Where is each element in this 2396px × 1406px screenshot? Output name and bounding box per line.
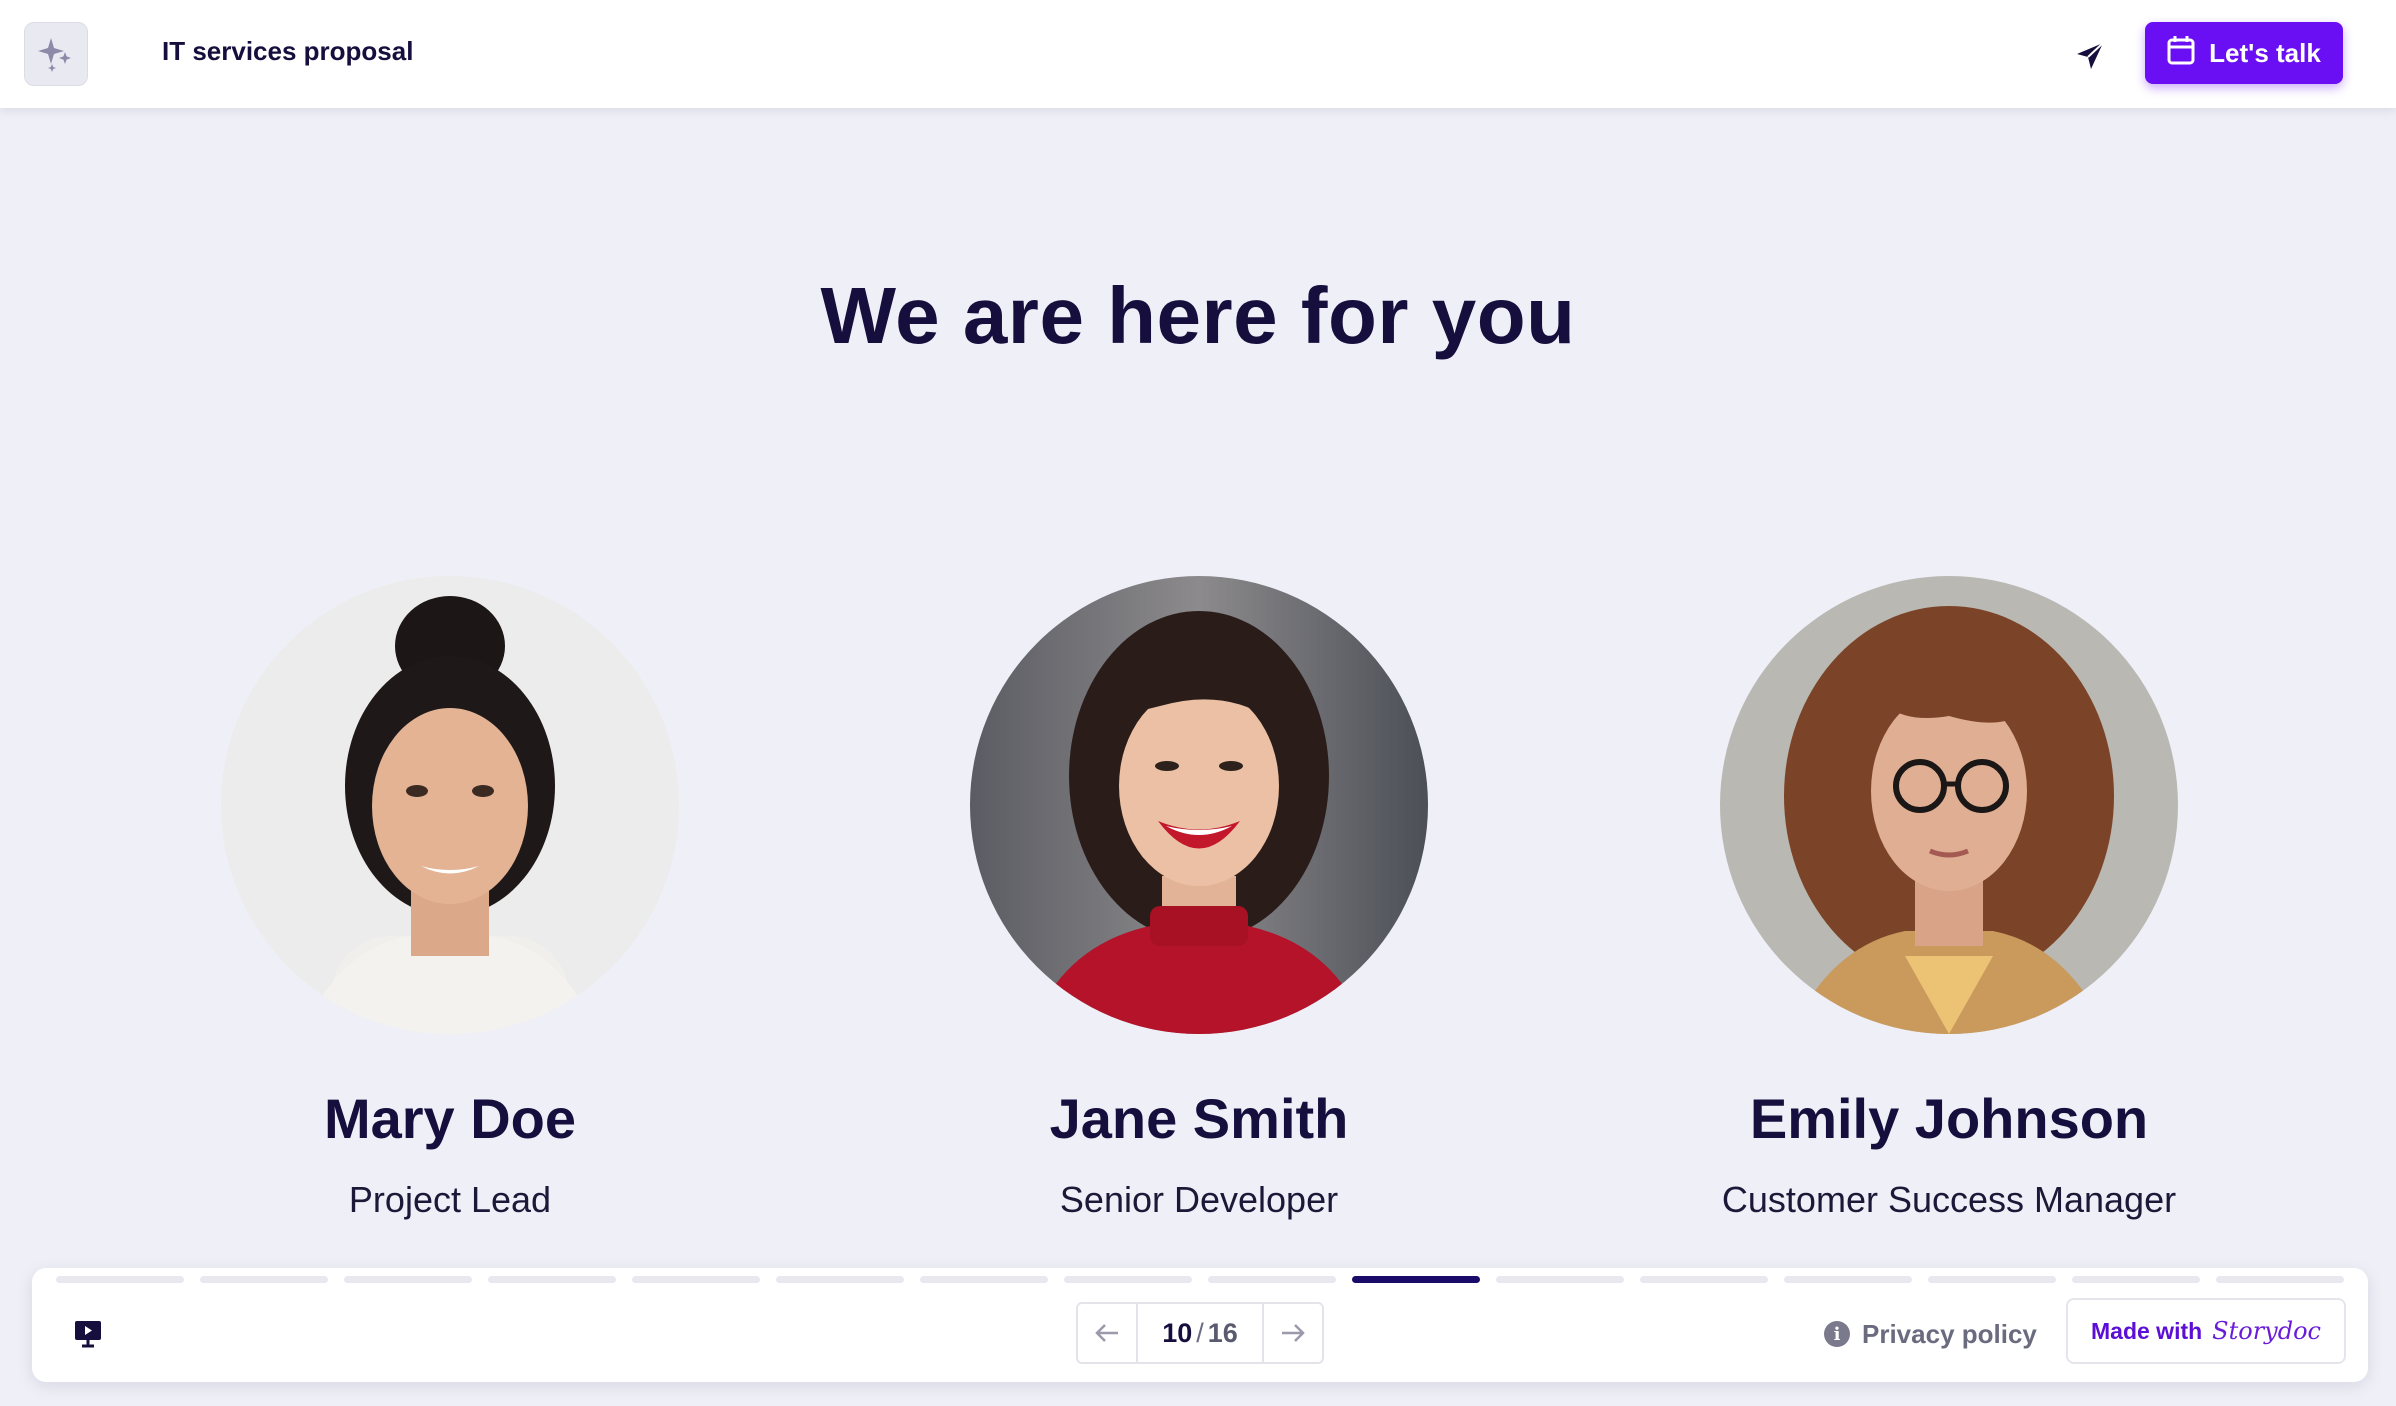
- calendar-icon: [2167, 35, 2195, 72]
- arrow-right-icon: [1282, 1324, 1305, 1342]
- sparkles-icon[interactable]: [24, 22, 88, 86]
- arrow-left-icon: [1095, 1324, 1118, 1342]
- progress-segment[interactable]: [1784, 1276, 1912, 1283]
- storydoc-logo: Storydoc: [2212, 1317, 2321, 1345]
- progress-segment-active[interactable]: [1352, 1276, 1480, 1283]
- progress-segment[interactable]: [776, 1276, 904, 1283]
- member-role: Project Lead: [348, 1179, 552, 1220]
- progress-segment[interactable]: [920, 1276, 1048, 1283]
- progress-segment[interactable]: [1064, 1276, 1192, 1283]
- made-with-label: Made with: [2091, 1317, 2203, 1344]
- progress-segment[interactable]: [488, 1276, 616, 1283]
- total-slides-number: 16: [1207, 1317, 1238, 1348]
- avatar: [1720, 576, 2178, 1034]
- next-slide-button[interactable]: [1262, 1304, 1322, 1362]
- team-member-card: Emily Johnson Customer Success Manager: [1599, 576, 2299, 1221]
- lets-talk-button[interactable]: Let's talk: [2145, 22, 2343, 84]
- proposal-title: IT services proposal: [162, 36, 414, 66]
- footer-bar: 10 / 16 i Privacy policy Made with Story…: [32, 1268, 2368, 1382]
- privacy-policy-link[interactable]: i Privacy policy: [1824, 1314, 2037, 1354]
- current-slide-number: 10: [1162, 1317, 1193, 1348]
- team-member-card: Mary Doe Project Lead: [100, 576, 800, 1221]
- avatar: [970, 576, 1428, 1034]
- slide-progress-bar: [56, 1276, 2344, 1284]
- team-member-card: Jane Smith Senior Developer: [849, 576, 1549, 1221]
- progress-segment[interactable]: [2072, 1276, 2200, 1283]
- member-role: Customer Success Manager: [1721, 1179, 2177, 1220]
- member-name: Emily Johnson: [1749, 1087, 2149, 1150]
- progress-segment[interactable]: [56, 1276, 184, 1283]
- member-name: Mary Doe: [323, 1087, 577, 1150]
- slide-separator: /: [1196, 1317, 1204, 1348]
- avatar: [221, 576, 679, 1034]
- progress-segment[interactable]: [1208, 1276, 1336, 1283]
- member-name: Jane Smith: [1049, 1087, 1349, 1150]
- progress-segment[interactable]: [1928, 1276, 2056, 1283]
- progress-segment[interactable]: [1496, 1276, 1624, 1283]
- progress-segment[interactable]: [1640, 1276, 1768, 1283]
- slide-counter: 10 / 16: [1138, 1304, 1262, 1362]
- section-heading: We are here for you: [820, 271, 1576, 360]
- presentation-icon[interactable]: [68, 1314, 108, 1354]
- progress-segment[interactable]: [2216, 1276, 2344, 1283]
- lets-talk-label: Let's talk: [2209, 37, 2321, 68]
- send-icon[interactable]: [2070, 36, 2110, 76]
- info-icon: i: [1824, 1321, 1850, 1347]
- privacy-policy-label: Privacy policy: [1862, 1318, 2037, 1349]
- progress-segment[interactable]: [632, 1276, 760, 1283]
- progress-segment[interactable]: [200, 1276, 328, 1283]
- made-with-storydoc-button[interactable]: Made with Storydoc: [2066, 1298, 2346, 1364]
- member-role: Senior Developer: [1059, 1179, 1339, 1220]
- previous-slide-button[interactable]: [1078, 1304, 1138, 1362]
- slide-pager: 10 / 16: [1076, 1302, 1324, 1364]
- top-bar: IT services proposal Let's talk: [0, 0, 2396, 108]
- progress-segment[interactable]: [344, 1276, 472, 1283]
